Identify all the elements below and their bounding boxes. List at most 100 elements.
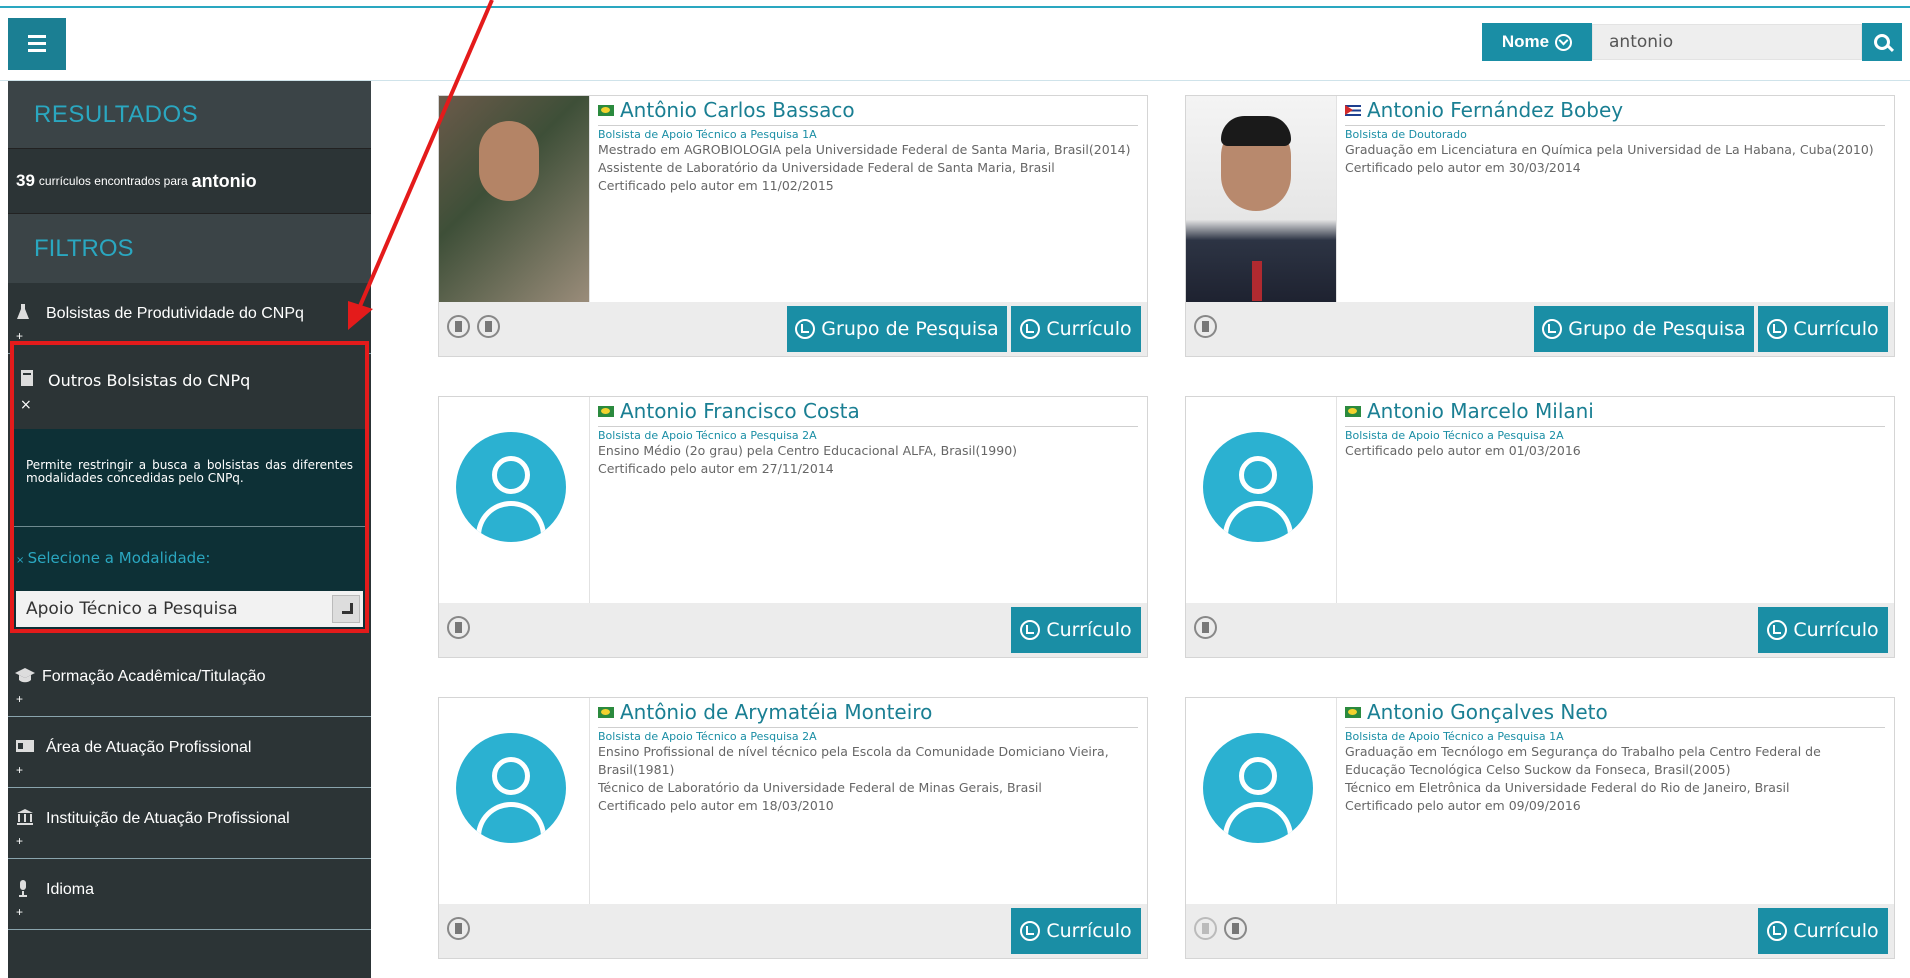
country-flag-icon (1345, 405, 1361, 417)
collapse-icon[interactable]: × (20, 397, 32, 413)
book-icon[interactable] (1194, 616, 1217, 639)
country-flag-icon (598, 706, 614, 718)
curriculo-button[interactable]: Currículo (1758, 607, 1888, 653)
country-flag-icon (598, 104, 614, 116)
card-footer: Currículo (1186, 603, 1894, 657)
expand-icon[interactable]: + (16, 905, 23, 919)
expand-icon[interactable]: + (16, 834, 23, 848)
card-footer: Currículo (439, 904, 1147, 958)
flask-icon (17, 304, 29, 319)
researcher-name-link[interactable]: Antonio Gonçalves Neto (1345, 698, 1885, 726)
profile-photo (1186, 96, 1337, 302)
search-input[interactable] (1592, 24, 1862, 60)
profile-photo (1186, 397, 1337, 603)
card-footer: Currículo (439, 603, 1147, 657)
card-info: Antonio Fernández Bobey Bolsista de Dout… (1345, 96, 1885, 177)
card-detail: Graduação em Licenciatura en Química pel… (1345, 142, 1874, 157)
filter-description: Permite restringir a busca a bolsistas d… (14, 429, 365, 527)
card-info: Antonio Gonçalves Neto Bolsista de Apoio… (1345, 698, 1885, 815)
curriculo-button[interactable]: Currículo (1011, 306, 1141, 352)
researcher-name-link[interactable]: Antonio Marcelo Milani (1345, 397, 1885, 425)
scholarship-role: Bolsista de Apoio Técnico a Pesquisa 2A (598, 429, 817, 442)
researcher-name-link[interactable]: Antonio Francisco Costa (598, 397, 1138, 425)
curriculo-button[interactable]: Currículo (1758, 306, 1888, 352)
filter-label: Formação Acadêmica/Titulação (42, 668, 266, 685)
book-icon[interactable] (447, 616, 470, 639)
filter-label: Bolsistas de Produtividade do CNPq (46, 305, 304, 322)
lattes-icon (1020, 620, 1041, 640)
filter-instituicao-atuacao[interactable]: Instituição de Atuação Profissional + (8, 788, 371, 859)
search-icon (1874, 34, 1890, 50)
card-info: Antônio Carlos Bassaco Bolsista de Apoio… (598, 96, 1138, 195)
graduation-cap-icon (15, 668, 35, 683)
curriculo-button[interactable]: Currículo (1758, 908, 1888, 954)
card-info: Antônio de Arymatéia Monteiro Bolsista d… (598, 698, 1138, 815)
card-footer: Grupo de Pesquisa Currículo (1186, 302, 1894, 356)
search-mode-label: Nome (1501, 32, 1550, 51)
filter-label: Instituição de Atuação Profissional (46, 810, 290, 827)
profile-photo (439, 698, 590, 904)
top-border (0, 6, 1910, 8)
result-count: 39 (16, 171, 35, 190)
researcher-name-link[interactable]: Antonio Fernández Bobey (1345, 96, 1885, 124)
expand-icon[interactable]: + (16, 763, 23, 777)
group-icon[interactable] (1194, 917, 1217, 940)
card-detail: Mestrado em AGROBIOLOGIA pela Universida… (598, 142, 1131, 157)
country-flag-icon (1345, 104, 1361, 116)
profile-photo (1186, 698, 1337, 904)
resultados-heading: RESULTADOS (8, 81, 371, 148)
country-flag-icon (598, 405, 614, 417)
book-icon[interactable] (1224, 917, 1247, 940)
result-text: currículos encontrados para (38, 174, 188, 188)
card-detail: Ensino Médio (2o grau) pela Centro Educa… (598, 443, 1018, 458)
modalidade-label: × Selecione a Modalidade: (16, 549, 211, 567)
default-avatar-icon (1203, 432, 1313, 542)
default-avatar-icon (456, 432, 566, 542)
filter-formacao-academica[interactable]: Formação Acadêmica/Titulação + (8, 646, 371, 717)
default-avatar-icon (456, 733, 566, 843)
modalidade-value: Apoio Técnico a Pesquisa (26, 599, 238, 619)
modalidade-select[interactable]: Apoio Técnico a Pesquisa (16, 591, 363, 627)
result-card: Antonio Marcelo Milani Bolsista de Apoio… (1185, 396, 1895, 658)
result-card: Antônio Carlos Bassaco Bolsista de Apoio… (438, 95, 1148, 357)
filtros-heading: FILTROS (8, 213, 371, 283)
book-icon[interactable] (447, 917, 470, 940)
card-footer: Grupo de Pesquisa Currículo (439, 302, 1147, 356)
hamburger-menu-button[interactable] (8, 18, 66, 70)
search-mode-dropdown[interactable]: Nome (1482, 23, 1592, 61)
card-detail: Ensino Profissional de nível técnico pel… (598, 744, 1109, 777)
expand-icon[interactable]: + (16, 692, 23, 706)
card-detail: Assistente de Laboratório da Universidad… (598, 160, 1055, 175)
people-icon[interactable] (447, 315, 470, 338)
filter-label: Outros Bolsistas do CNPq (48, 371, 251, 390)
results-summary: 39 currículos encontrados para antonio (8, 148, 371, 213)
card-detail: Graduação em Tecnólogo em Segurança do T… (1345, 744, 1821, 777)
curriculo-button[interactable]: Currículo (1011, 607, 1141, 653)
lattes-icon (1767, 921, 1788, 941)
notebook-icon (21, 370, 33, 386)
filter-area-atuacao[interactable]: Área de Atuação Profissional + (8, 717, 371, 788)
institution-icon (17, 809, 33, 825)
researcher-name-link[interactable]: Antônio Carlos Bassaco (598, 96, 1138, 124)
book-icon[interactable] (1194, 315, 1217, 338)
grupo-pesquisa-button[interactable]: Grupo de Pesquisa (1534, 306, 1754, 352)
card-detail: Técnico em Eletrônica da Universidade Fe… (1345, 780, 1790, 795)
id-card-icon (16, 740, 34, 752)
profile-photo (439, 96, 590, 302)
filter-outros-header[interactable]: Outros Bolsistas do CNPq × (14, 345, 365, 429)
grupo-pesquisa-button[interactable]: Grupo de Pesquisa (787, 306, 1007, 352)
dropdown-arrow-icon[interactable] (332, 595, 360, 623)
curriculo-button[interactable]: Currículo (1011, 908, 1141, 954)
card-info: Antonio Francisco Costa Bolsista de Apoi… (598, 397, 1138, 478)
card-detail: Certificado pelo autor em 09/09/2016 (1345, 798, 1581, 813)
book-icon[interactable] (477, 315, 500, 338)
search-button[interactable] (1862, 23, 1902, 61)
result-term: antonio (191, 170, 257, 191)
country-flag-icon (1345, 706, 1361, 718)
filter-idioma[interactable]: Idioma + (8, 859, 371, 930)
scholarship-role: Bolsista de Apoio Técnico a Pesquisa 2A (598, 730, 817, 743)
scholarship-role: Bolsista de Apoio Técnico a Pesquisa 1A (598, 128, 817, 141)
card-detail: Certificado pelo autor em 27/11/2014 (598, 461, 834, 476)
researcher-name-link[interactable]: Antônio de Arymatéia Monteiro (598, 698, 1138, 726)
card-footer: Currículo (1186, 904, 1894, 958)
